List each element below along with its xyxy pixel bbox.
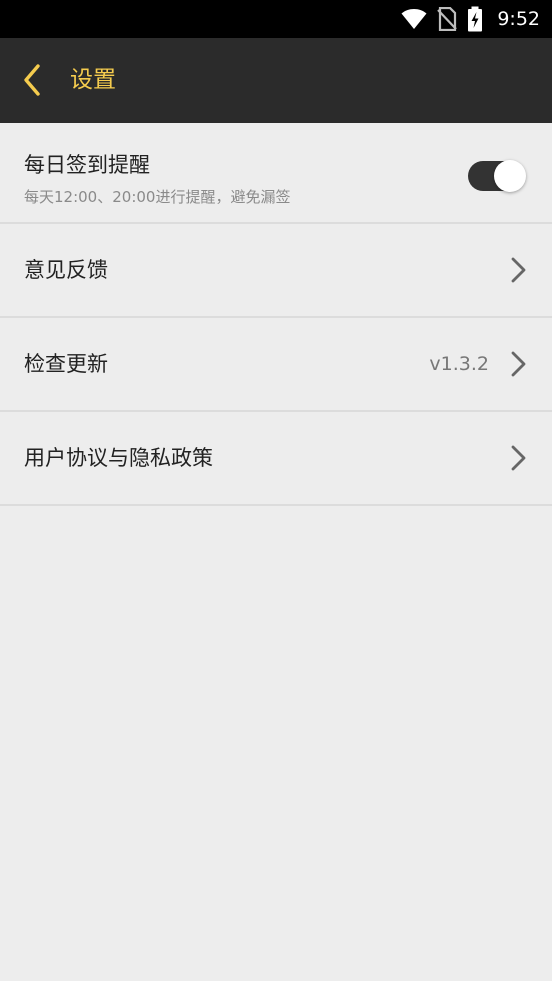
chevron-right-icon [511, 445, 526, 471]
chevron-right-icon [511, 257, 526, 283]
check-update-title: 检查更新 [24, 352, 108, 376]
settings-list: 每日签到提醒 每天12:00、20:00进行提醒，避免漏签 意见反馈 检查更新 … [0, 123, 552, 506]
feedback-row[interactable]: 意见反馈 [0, 224, 552, 318]
status-icons: 9:52 [401, 0, 540, 38]
back-button[interactable] [12, 58, 52, 102]
agreement-title: 用户协议与隐私政策 [24, 446, 213, 470]
page-title: 设置 [70, 67, 116, 93]
toggle-knob [494, 160, 526, 192]
checkin-reminder-row: 每日签到提醒 每天12:00、20:00进行提醒，避免漏签 [0, 123, 552, 224]
chevron-right-icon [511, 351, 526, 377]
checkin-reminder-title: 每日签到提醒 [24, 153, 150, 177]
agreement-row[interactable]: 用户协议与隐私政策 [0, 412, 552, 506]
status-time: 9:52 [497, 8, 540, 30]
app-bar: 设置 [0, 38, 552, 123]
wifi-icon [401, 9, 427, 29]
chevron-left-icon [24, 64, 40, 96]
version-text: v1.3.2 [429, 353, 489, 375]
battery-charging-icon [468, 6, 483, 32]
checkin-reminder-toggle[interactable] [468, 160, 526, 192]
checkin-reminder-subtitle: 每天12:00、20:00进行提醒，避免漏签 [24, 188, 291, 206]
no-sim-icon [437, 7, 458, 31]
check-update-row[interactable]: 检查更新 v1.3.2 [0, 318, 552, 412]
feedback-title: 意见反馈 [24, 258, 108, 282]
status-bar: 9:52 [0, 0, 552, 38]
